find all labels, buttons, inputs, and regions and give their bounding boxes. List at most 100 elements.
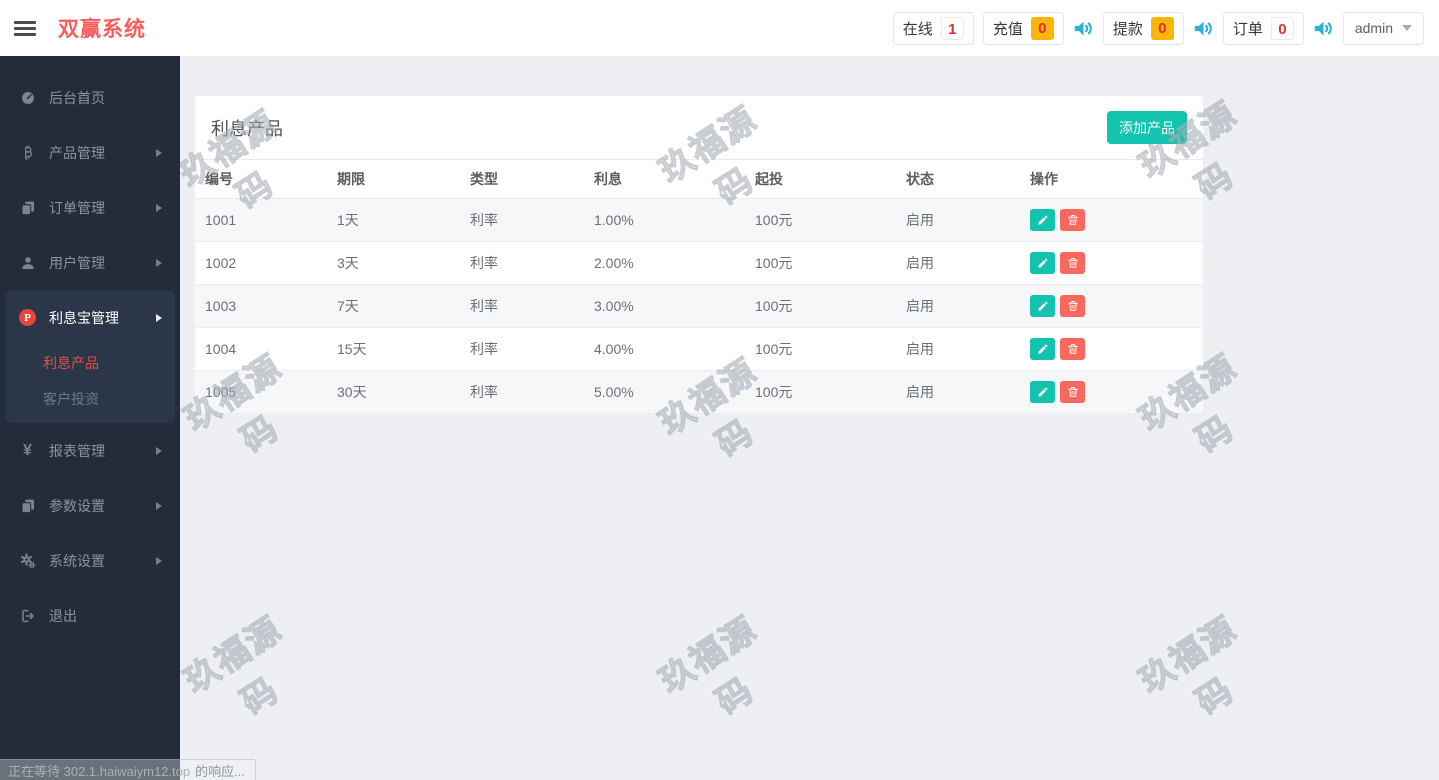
edit-button[interactable] (1030, 252, 1055, 274)
cell-status: 启用 (896, 241, 1020, 285)
sidebar-item-users[interactable]: 用户管理 (0, 235, 180, 290)
cell-term: 7天 (327, 284, 460, 328)
stat-online-count: 1 (940, 16, 964, 40)
withdraw-speaker-icon[interactable] (1193, 18, 1214, 39)
cell-term: 3天 (327, 241, 460, 285)
edit-button[interactable] (1030, 209, 1055, 231)
sidebar-section-interest: P 利息宝管理 利息产品 客户投资 (5, 290, 175, 423)
delete-button[interactable] (1060, 381, 1085, 403)
cell-term: 1天 (327, 198, 460, 242)
page-title: 利息产品 (211, 118, 283, 139)
cell-type: 利率 (460, 241, 584, 285)
cell-term: 15天 (327, 327, 460, 371)
stat-deposit: 充值 0 (982, 11, 1064, 45)
cell-id: 1003 (195, 284, 327, 328)
table-row: 1002 3天 利率 2.00% 100元 启用 (195, 241, 1203, 285)
cell-type: 利率 (460, 327, 584, 371)
cell-id: 1002 (195, 241, 327, 285)
edit-button[interactable] (1030, 381, 1055, 403)
sidebar-item-label: 报表管理 (49, 442, 105, 459)
sidebar-item-reports[interactable]: ¥ 报表管理 (0, 423, 180, 478)
trash-icon (1067, 215, 1078, 225)
orders-speaker-icon[interactable] (1313, 18, 1334, 39)
cell-min: 100元 (745, 370, 896, 414)
cell-id: 1004 (195, 327, 327, 371)
cell-type: 利率 (460, 370, 584, 414)
trash-icon (1067, 344, 1078, 354)
header-stats: 在线 1 充值 0 提款 0 订单 0 admin (892, 11, 1439, 45)
chevron-right-icon (156, 313, 162, 322)
main-content: 利息产品 添加产品 编号 期限 类型 利息 起投 状态 操作 1001 1天 利… (180, 56, 1439, 780)
gears-icon (18, 553, 37, 569)
stat-withdraw-count: 0 (1150, 16, 1174, 40)
edit-button[interactable] (1030, 295, 1055, 317)
pencil-icon (1038, 344, 1047, 354)
table-row: 1003 7天 利率 3.00% 100元 启用 (195, 284, 1203, 328)
user-name: admin (1354, 20, 1393, 36)
sidebar-item-label: 利息宝管理 (49, 309, 119, 326)
sidebar-subitem-interest-products[interactable]: 利息产品 (5, 345, 175, 381)
col-header-interest: 利息 (584, 159, 745, 199)
sidebar-item-dashboard[interactable]: 后台首页 (0, 70, 180, 125)
add-product-button[interactable]: 添加产品 (1107, 111, 1187, 144)
dashboard-icon (18, 90, 37, 106)
chevron-right-icon (156, 148, 162, 157)
sidebar-item-system[interactable]: 系统设置 (0, 533, 180, 588)
sidebar-item-label: 订单管理 (49, 199, 105, 216)
col-header-type: 类型 (460, 159, 584, 199)
sidebar-item-label: 产品管理 (49, 144, 105, 161)
interest-products-card: 利息产品 添加产品 编号 期限 类型 利息 起投 状态 操作 1001 1天 利… (195, 96, 1203, 414)
cell-interest: 5.00% (584, 370, 745, 414)
col-header-actions: 操作 (1020, 159, 1203, 199)
pencil-icon (1038, 301, 1047, 311)
delete-button[interactable] (1060, 209, 1085, 231)
stat-orders-count: 0 (1270, 16, 1294, 40)
table-row: 1001 1天 利率 1.00% 100元 启用 (195, 198, 1203, 242)
cell-term: 30天 (327, 370, 460, 414)
stat-label: 在线 (902, 20, 933, 38)
top-header: 双赢系统 在线 1 充值 0 提款 0 订单 0 admin (0, 0, 1439, 56)
cell-status: 启用 (896, 370, 1020, 414)
card-header: 利息产品 添加产品 (195, 96, 1203, 159)
sidebar-item-interest-mgmt[interactable]: P 利息宝管理 (5, 290, 175, 345)
cell-status: 启用 (896, 327, 1020, 371)
col-header-status: 状态 (896, 159, 1020, 199)
cell-min: 100元 (745, 284, 896, 328)
sidebar: 后台首页 产品管理 订单管理 用户管理 P 利息宝管理 利息产品 客户投资 ¥ … (0, 56, 180, 780)
sidebar-item-orders[interactable]: 订单管理 (0, 180, 180, 235)
delete-button[interactable] (1060, 338, 1085, 360)
edit-button[interactable] (1030, 338, 1055, 360)
pencil-icon (1038, 258, 1047, 268)
sidebar-item-label: 后台首页 (49, 89, 105, 106)
col-header-min: 起投 (745, 159, 896, 199)
user-icon (18, 255, 37, 271)
sidebar-subitem-label: 客户投资 (43, 391, 99, 407)
cell-min: 100元 (745, 327, 896, 371)
user-menu[interactable]: admin (1342, 11, 1424, 45)
status-text-host: 正在等待 302.1.haiwaiym12.top (8, 763, 191, 779)
cell-type: 利率 (460, 284, 584, 328)
stat-label: 充值 (992, 20, 1023, 38)
logout-icon (18, 608, 37, 624)
pencil-icon (1038, 387, 1047, 397)
sidebar-subitem-customer-invest[interactable]: 客户投资 (5, 381, 175, 417)
sidebar-item-label: 系统设置 (49, 552, 105, 569)
stat-withdraw: 提款 0 (1102, 11, 1184, 45)
products-table: 编号 期限 类型 利息 起投 状态 操作 1001 1天 利率 1.00% 10… (195, 159, 1203, 414)
table-header-row: 编号 期限 类型 利息 起投 状态 操作 (195, 159, 1203, 199)
stat-orders: 订单 0 (1222, 11, 1304, 45)
sidebar-item-logout[interactable]: 退出 (0, 588, 180, 643)
chevron-down-icon (1402, 25, 1412, 31)
sidebar-subitem-label: 利息产品 (43, 355, 99, 371)
stat-label: 订单 (1232, 20, 1263, 38)
cell-type: 利率 (460, 198, 584, 242)
delete-button[interactable] (1060, 252, 1085, 274)
stat-online: 在线 1 (892, 11, 974, 45)
sidebar-item-products[interactable]: 产品管理 (0, 125, 180, 180)
delete-button[interactable] (1060, 295, 1085, 317)
yen-icon: ¥ (23, 441, 32, 459)
hamburger-menu-icon[interactable] (14, 18, 36, 39)
deposit-speaker-icon[interactable] (1073, 18, 1094, 39)
bitcoin-icon (18, 145, 37, 161)
sidebar-item-params[interactable]: 参数设置 (0, 478, 180, 533)
